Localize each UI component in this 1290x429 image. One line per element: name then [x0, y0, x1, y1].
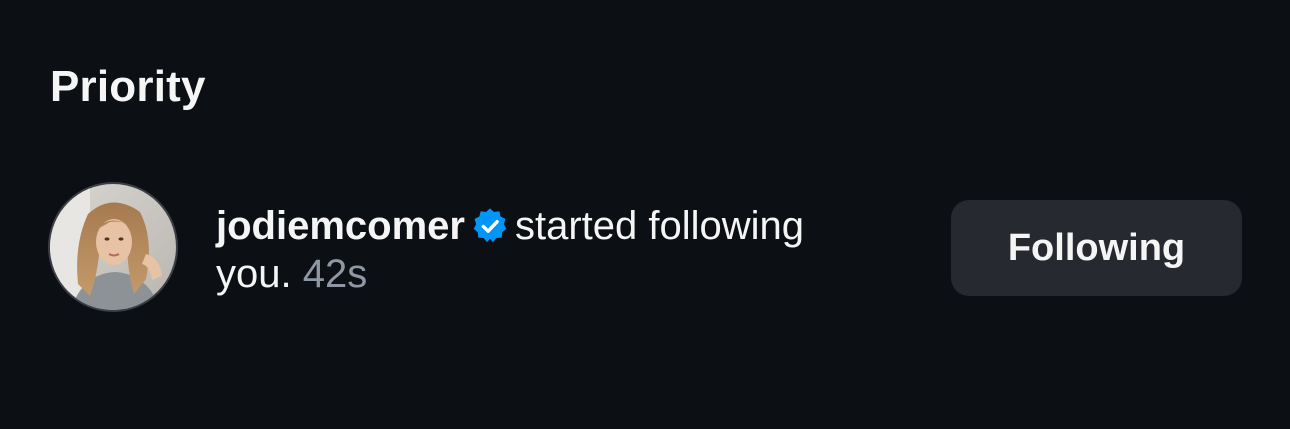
timestamp: 42s	[302, 252, 368, 296]
avatar-image	[50, 184, 176, 310]
following-button[interactable]: Following	[951, 200, 1242, 296]
notification-row[interactable]: jodiemcomer started following you. 42s F…	[0, 182, 1290, 314]
section-title-priority: Priority	[50, 62, 206, 111]
username-link[interactable]: jodiemcomer	[216, 204, 465, 248]
verified-badge-icon	[473, 208, 507, 243]
avatar[interactable]	[48, 182, 178, 312]
notification-text: jodiemcomer started following you. 42s	[216, 202, 916, 298]
